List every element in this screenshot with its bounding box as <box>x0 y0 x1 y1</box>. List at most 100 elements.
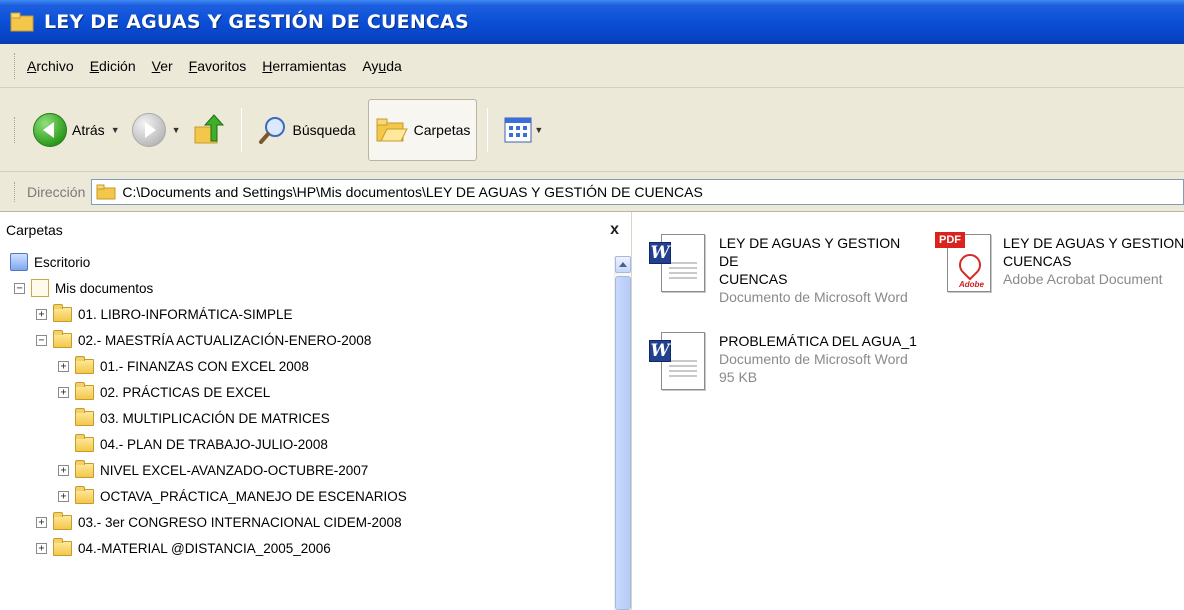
back-dropdown-icon[interactable]: ▼ <box>111 125 120 135</box>
tree-item-folder[interactable]: + 03.- 3er CONGRESO INTERNACIONAL CIDEM-… <box>36 510 402 534</box>
tree-item-label: 03.- 3er CONGRESO INTERNACIONAL CIDEM-20… <box>78 514 402 530</box>
menu-favoritos[interactable]: Favoritos <box>189 58 247 74</box>
tree-item-folder[interactable]: + NIVEL EXCEL-AVANZADO-OCTUBRE-2007 <box>58 458 368 482</box>
tree-item-folder[interactable]: + 04.-MATERIAL @DISTANCIA_2005_2006 <box>36 536 331 560</box>
expand-icon[interactable]: + <box>58 464 69 476</box>
folder-icon <box>75 355 94 374</box>
forward-button[interactable]: ▼ <box>126 99 187 161</box>
menu-archivo[interactable]: Archivo <box>27 58 74 74</box>
scrollbar-thumb[interactable] <box>615 276 631 610</box>
file-info: LEY DE AGUAS Y GESTION DE CUENCAS Docume… <box>719 228 919 306</box>
menubar-grip[interactable] <box>14 52 17 79</box>
file-type: Adobe Acrobat Document <box>1003 271 1163 287</box>
expand-icon[interactable]: + <box>36 308 47 320</box>
file-name-cont: CUENCAS <box>719 271 788 287</box>
menu-ver[interactable]: Ver <box>152 58 173 74</box>
file-type: Documento de Microsoft Word <box>719 289 908 305</box>
folder-icon <box>75 381 94 400</box>
address-path: C:\Documents and Settings\HP\Mis documen… <box>122 183 703 200</box>
file-info: PROBLEMÁTICA DEL AGUA_1 Documento de Mic… <box>719 326 919 392</box>
folder-icon <box>75 485 94 504</box>
tree-item-escritorio[interactable]: Escritorio <box>10 250 90 274</box>
folder-icon <box>75 433 94 452</box>
tree-item-label: 01.- FINANZAS CON EXCEL 2008 <box>100 358 309 374</box>
title-bar[interactable]: LEY DE AGUAS Y GESTIÓN DE CUENCAS <box>0 0 1184 44</box>
tree-item-folder[interactable]: + 01.- FINANZAS CON EXCEL 2008 <box>58 354 309 378</box>
views-button[interactable]: ▼ <box>498 99 549 161</box>
expand-icon[interactable]: + <box>58 490 69 502</box>
search-label: Búsqueda <box>292 121 356 138</box>
up-folder-button[interactable] <box>187 99 231 161</box>
views-grid-icon <box>504 117 532 142</box>
tree-item-label: OCTAVA_PRÁCTICA_MANEJO DE ESCENARIOS <box>100 488 407 504</box>
tree-item-mis-documentos[interactable]: − Mis documentos <box>14 276 153 300</box>
search-button[interactable]: Búsqueda <box>252 99 362 161</box>
toolbar-separator <box>487 107 489 152</box>
word-doc-icon: W <box>647 326 709 392</box>
window-title: LEY DE AGUAS Y GESTIÓN DE CUENCAS <box>44 11 469 33</box>
toolbar-separator <box>240 107 242 152</box>
file-name-cont: CUENCAS <box>1003 253 1072 269</box>
file-item[interactable]: W LEY DE AGUAS Y GESTION DE CUENCAS Docu… <box>647 228 919 306</box>
toolbar-grip[interactable] <box>14 116 17 143</box>
vertical-scrollbar[interactable] <box>614 256 631 610</box>
folder-small-icon <box>96 184 116 199</box>
scroll-up-icon[interactable] <box>615 256 631 273</box>
close-icon[interactable]: x <box>610 221 619 239</box>
expand-icon[interactable]: + <box>36 542 47 554</box>
menu-ayuda[interactable]: Ayuda <box>362 58 401 74</box>
tree-item-folder[interactable]: + 02. PRÁCTICAS DE EXCEL <box>58 380 270 404</box>
toolbar: Atrás ▼ ▼ Búsqueda Carpetas ▼ <box>0 88 1184 172</box>
views-dropdown-icon[interactable]: ▼ <box>534 125 543 135</box>
folder-icon <box>53 329 72 348</box>
back-button[interactable]: Atrás ▼ <box>27 99 126 161</box>
forward-arrow-icon <box>131 112 166 147</box>
tree-item-label: 02. PRÁCTICAS DE EXCEL <box>100 384 271 400</box>
folder-icon <box>75 459 94 478</box>
folders-panel-header: Carpetas x <box>0 212 631 248</box>
forward-dropdown-icon[interactable]: ▼ <box>172 125 181 135</box>
file-name: LEY DE AGUAS Y GESTION DE <box>719 235 901 269</box>
search-icon <box>258 116 285 144</box>
addressbar-grip[interactable] <box>14 181 17 202</box>
tree-item-label: NIVEL EXCEL-AVANZADO-OCTUBRE-2007 <box>100 462 369 478</box>
tree-item-label: Mis documentos <box>55 280 154 296</box>
file-item[interactable]: W PROBLEMÁTICA DEL AGUA_1 Documento de M… <box>647 326 919 392</box>
expand-icon[interactable]: + <box>58 360 69 372</box>
collapse-icon[interactable]: − <box>14 282 25 294</box>
menu-bar: Archivo Edición Ver Favoritos Herramient… <box>0 44 1184 88</box>
tree-item-label: Escritorio <box>34 254 91 270</box>
expand-icon[interactable]: + <box>58 386 69 398</box>
tree-item-folder[interactable]: 03. MULTIPLICACIÓN DE MATRICES <box>58 406 330 430</box>
folders-button[interactable]: Carpetas <box>367 98 478 161</box>
tree-item-folder[interactable]: 04.- PLAN DE TRABAJO-JULIO-2008 <box>58 432 328 456</box>
tree-item-folder[interactable]: − 02.- MAESTRÍA ACTUALIZACIÓN-ENERO-2008 <box>36 328 371 352</box>
collapse-icon[interactable]: − <box>36 334 47 346</box>
folders-panel-title: Carpetas <box>6 222 63 238</box>
file-size: 95 KB <box>719 369 758 385</box>
tree-item-label: 03. MULTIPLICACIÓN DE MATRICES <box>100 410 330 426</box>
file-item[interactable]: PDF Adobe LEY DE AGUAS Y GESTION D CUENC… <box>931 228 1184 294</box>
folder-icon <box>53 537 72 556</box>
up-folder-icon <box>194 113 224 143</box>
tree-item-folder[interactable]: + 01. LIBRO-INFORMÁTICA-SIMPLE <box>36 302 293 326</box>
desktop-icon <box>10 253 28 271</box>
folder-tree: Escritorio − Mis documentos + 01. LIBRO-… <box>0 248 631 610</box>
address-bar: Dirección C:\Documents and Settings\HP\M… <box>0 172 1184 212</box>
tree-item-folder[interactable]: + OCTAVA_PRÁCTICA_MANEJO DE ESCENARIOS <box>58 484 407 508</box>
file-info: LEY DE AGUAS Y GESTION D CUENCAS Adobe A… <box>1003 228 1184 294</box>
address-label: Dirección <box>27 183 86 200</box>
menu-edicion[interactable]: Edición <box>90 58 136 74</box>
address-input[interactable]: C:\Documents and Settings\HP\Mis documen… <box>91 178 1184 205</box>
tree-item-label: 02.- MAESTRÍA ACTUALIZACIÓN-ENERO-2008 <box>78 332 372 348</box>
menu-herramientas[interactable]: Herramientas <box>262 58 346 74</box>
folder-window-icon <box>10 12 36 32</box>
file-name: PROBLEMÁTICA DEL AGUA_1 <box>719 333 917 349</box>
file-list: W LEY DE AGUAS Y GESTION DE CUENCAS Docu… <box>633 212 1184 610</box>
file-type: Documento de Microsoft Word <box>719 351 908 367</box>
folder-icon <box>75 407 94 426</box>
folders-panel: Carpetas x Escritorio − Mis documentos +… <box>0 212 632 610</box>
expand-icon[interactable]: + <box>36 516 47 528</box>
file-name: LEY DE AGUAS Y GESTION D <box>1003 235 1184 251</box>
tree-item-label: 04.-MATERIAL @DISTANCIA_2005_2006 <box>78 540 331 556</box>
